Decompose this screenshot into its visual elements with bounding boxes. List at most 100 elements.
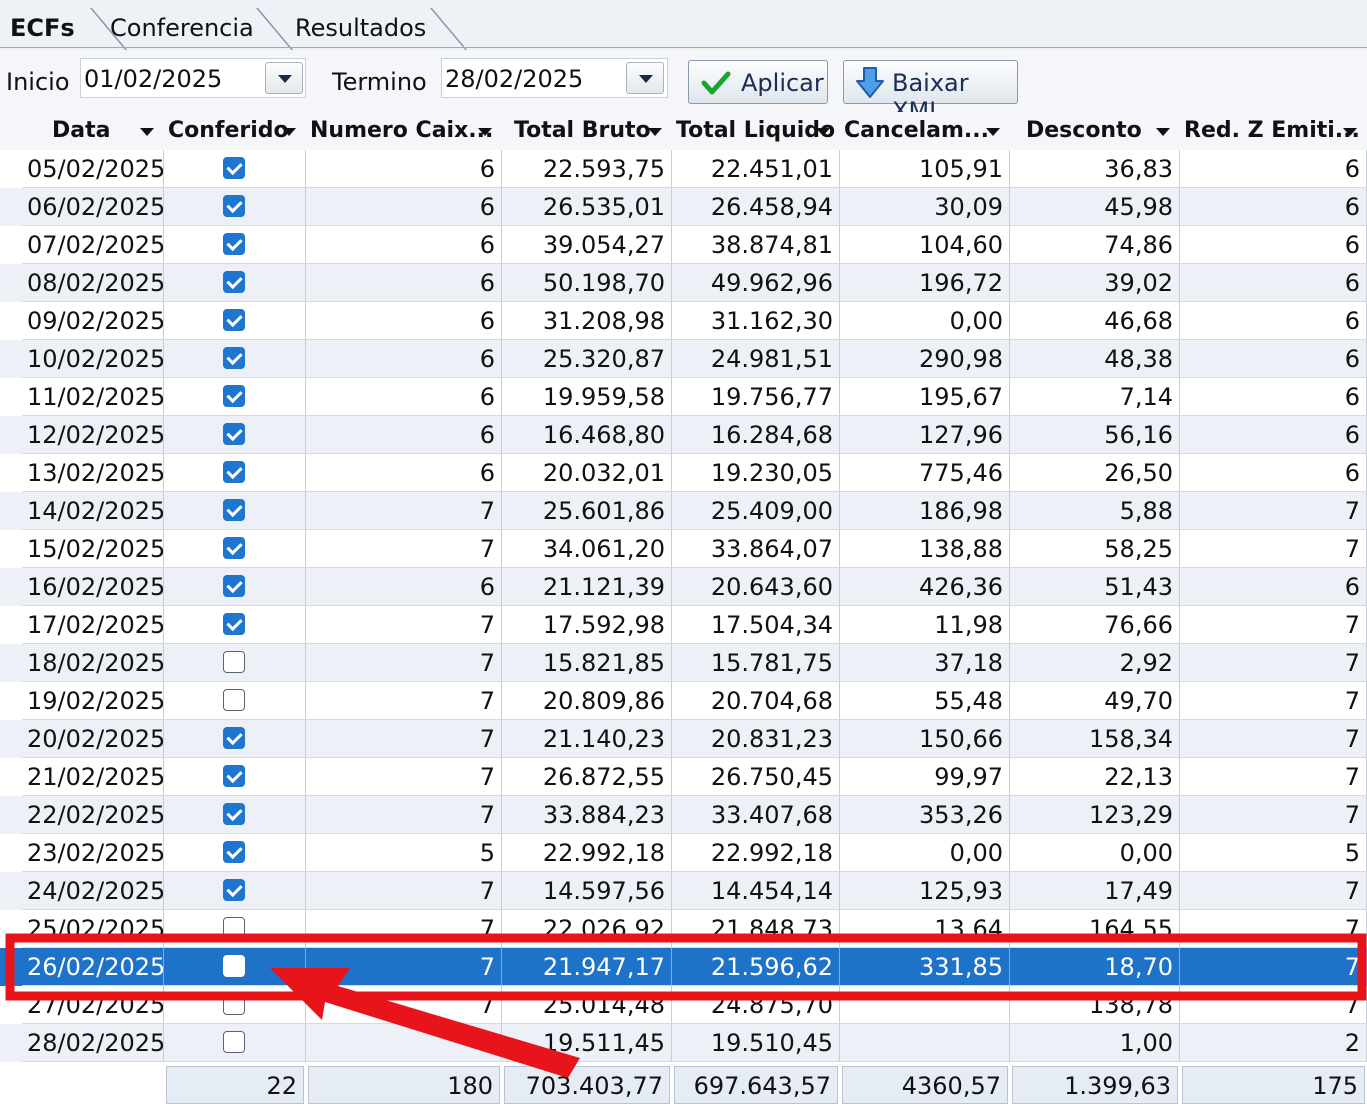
checkbox-unchecked[interactable] xyxy=(223,993,245,1015)
checkbox-checked[interactable] xyxy=(223,841,245,863)
table-row[interactable]: 21/02/2025 7 26.872,55 26.750,45 99,97 22,13 7 xyxy=(0,758,1367,796)
table-row[interactable]: 25/02/2025 7 22.026,92 21.848,73 13,64 164,55… xyxy=(0,910,1367,948)
table-row[interactable]: 18/02/2025 7 15.821,85 15.781,75 37,18 2,92 7 xyxy=(0,644,1367,682)
cell-conferido[interactable] xyxy=(164,302,306,340)
tab-resultados[interactable]: Resultados xyxy=(295,14,426,42)
header-col-data[interactable]: Data xyxy=(22,112,164,150)
cell-numero-caixa: 6 xyxy=(306,264,502,302)
inicio-date-input[interactable]: 01/02/2025 xyxy=(80,58,306,98)
table-row[interactable]: 07/02/2025 6 39.054,27 38.874,81 104,60 74,86… xyxy=(0,226,1367,264)
table-row-selected[interactable]: 26/02/2025 7 21.947,17 21.596,62 331,85 18,70… xyxy=(0,948,1367,986)
cell-conferido[interactable] xyxy=(164,416,306,454)
checkbox-unchecked[interactable] xyxy=(223,651,245,673)
table-row[interactable]: 14/02/2025 7 25.601,86 25.409,00 186,98 5,88 7 xyxy=(0,492,1367,530)
table-row[interactable]: 09/02/2025 6 31.208,98 31.162,30 0,00 46,68 6 xyxy=(0,302,1367,340)
cell-conferido[interactable] xyxy=(164,606,306,644)
checkbox-checked[interactable] xyxy=(223,233,245,255)
cell-conferido[interactable] xyxy=(164,758,306,796)
cell-conferido[interactable] xyxy=(164,682,306,720)
checkbox-checked[interactable] xyxy=(223,499,245,521)
table-row[interactable]: 12/02/2025 6 16.468,80 16.284,68 127,96 56,16… xyxy=(0,416,1367,454)
checkbox-unchecked[interactable] xyxy=(223,955,245,977)
cell-conferido[interactable] xyxy=(164,644,306,682)
cell-conferido[interactable] xyxy=(164,454,306,492)
cell-conferido[interactable] xyxy=(164,796,306,834)
table-row[interactable]: 20/02/2025 7 21.140,23 20.831,23 150,66 158,3… xyxy=(0,720,1367,758)
inicio-dropdown-button[interactable] xyxy=(265,62,303,94)
cell-conferido[interactable] xyxy=(164,910,306,948)
cell-conferido[interactable] xyxy=(164,986,306,1024)
table-row[interactable]: 13/02/2025 6 20.032,01 19.230,05 775,46 26,50… xyxy=(0,454,1367,492)
header-col-total-liquido[interactable]: Total Liquido xyxy=(672,112,840,150)
dropdown-arrow-icon[interactable] xyxy=(816,128,830,136)
checkbox-checked[interactable] xyxy=(223,727,245,749)
table-row[interactable]: 23/02/2025 5 22.992,18 22.992,18 0,00 0,00 5 xyxy=(0,834,1367,872)
cell-text: 104,60 xyxy=(919,231,1003,259)
termino-dropdown-button[interactable] xyxy=(626,62,664,94)
table-row[interactable]: 15/02/2025 7 34.061,20 33.864,07 138,88 58,25… xyxy=(0,530,1367,568)
checkbox-checked[interactable] xyxy=(223,157,245,179)
apply-button[interactable]: Aplicar xyxy=(688,60,828,104)
cell-cancelamento: 186,98 xyxy=(840,492,1010,530)
dropdown-arrow-icon[interactable] xyxy=(140,128,154,136)
table-row[interactable]: 27/02/2025 7 25.014,48 24.875,70 138,78 7 xyxy=(0,986,1367,1024)
checkbox-checked[interactable] xyxy=(223,347,245,369)
cell-conferido[interactable] xyxy=(164,378,306,416)
cell-conferido[interactable] xyxy=(164,226,306,264)
table-row[interactable]: 06/02/2025 6 26.535,01 26.458,94 30,09 45,98 6 xyxy=(0,188,1367,226)
cell-conferido[interactable] xyxy=(164,340,306,378)
header-col-red-z-emitidas[interactable]: Red. Z Emiti... xyxy=(1180,112,1367,150)
download-xml-button[interactable]: Baixar XML xyxy=(843,60,1018,125)
header-col-desconto[interactable]: Desconto xyxy=(1010,112,1180,150)
checkbox-unchecked[interactable] xyxy=(223,689,245,711)
checkbox-checked[interactable] xyxy=(223,461,245,483)
table-row[interactable]: 17/02/2025 7 17.592,98 17.504,34 11,98 76,66 7 xyxy=(0,606,1367,644)
header-col-conferido[interactable]: Conferido xyxy=(164,112,306,150)
table-row[interactable]: 19/02/2025 7 20.809,86 20.704,68 55,48 49,70 7 xyxy=(0,682,1367,720)
table-row[interactable]: 10/02/2025 6 25.320,87 24.981,51 290,98 48,38… xyxy=(0,340,1367,378)
header-col-numero-caixa[interactable]: Numero Caix... xyxy=(306,112,502,150)
cell-conferido[interactable] xyxy=(164,1024,306,1062)
dropdown-arrow-icon[interactable] xyxy=(282,128,296,136)
dropdown-arrow-icon[interactable] xyxy=(478,128,492,136)
dropdown-arrow-icon[interactable] xyxy=(1343,128,1357,136)
checkbox-checked[interactable] xyxy=(223,423,245,445)
table-row[interactable]: 24/02/2025 7 14.597,56 14.454,14 125,93 17,49… xyxy=(0,872,1367,910)
checkbox-checked[interactable] xyxy=(223,537,245,559)
dropdown-arrow-icon[interactable] xyxy=(1156,128,1170,136)
cell-conferido[interactable] xyxy=(164,188,306,226)
cell-conferido[interactable] xyxy=(164,492,306,530)
cell-conferido[interactable] xyxy=(164,530,306,568)
header-col-cancelamento[interactable]: Cancelam... xyxy=(840,112,1010,150)
checkbox-checked[interactable] xyxy=(223,879,245,901)
checkbox-checked[interactable] xyxy=(223,575,245,597)
cell-conferido[interactable] xyxy=(164,720,306,758)
cell-conferido[interactable] xyxy=(164,264,306,302)
checkbox-checked[interactable] xyxy=(223,195,245,217)
dropdown-arrow-icon[interactable] xyxy=(986,128,1000,136)
tab-conferencia[interactable]: Conferencia xyxy=(110,14,254,42)
checkbox-checked[interactable] xyxy=(223,765,245,787)
table-row[interactable]: 28/02/2025 19.511,45 19.510,45 1,00 2 xyxy=(0,1024,1367,1062)
cell-conferido[interactable] xyxy=(164,150,306,188)
table-row[interactable]: 08/02/2025 6 50.198,70 49.962,96 196,72 39,02… xyxy=(0,264,1367,302)
checkbox-unchecked[interactable] xyxy=(223,917,245,939)
checkbox-checked[interactable] xyxy=(223,613,245,635)
tab-ecfs[interactable]: ECFs xyxy=(10,14,75,42)
cell-conferido[interactable] xyxy=(164,568,306,606)
checkbox-checked[interactable] xyxy=(223,309,245,331)
header-col-total-bruto[interactable]: Total Bruto xyxy=(502,112,672,150)
checkbox-checked[interactable] xyxy=(223,385,245,407)
table-row[interactable]: 11/02/2025 6 19.959,58 19.756,77 195,67 7,14 6 xyxy=(0,378,1367,416)
table-row[interactable]: 05/02/2025 6 22.593,75 22.451,01 105,91 36,83… xyxy=(0,150,1367,188)
checkbox-unchecked[interactable] xyxy=(223,1031,245,1053)
table-row[interactable]: 22/02/2025 7 33.884,23 33.407,68 353,26 123,2… xyxy=(0,796,1367,834)
checkbox-checked[interactable] xyxy=(223,271,245,293)
cell-conferido[interactable] xyxy=(164,834,306,872)
dropdown-arrow-icon[interactable] xyxy=(648,128,662,136)
checkbox-checked[interactable] xyxy=(223,803,245,825)
cell-conferido[interactable] xyxy=(164,948,306,986)
table-row[interactable]: 16/02/2025 6 21.121,39 20.643,60 426,36 51,43… xyxy=(0,568,1367,606)
termino-date-input[interactable]: 28/02/2025 xyxy=(441,58,668,98)
cell-conferido[interactable] xyxy=(164,872,306,910)
